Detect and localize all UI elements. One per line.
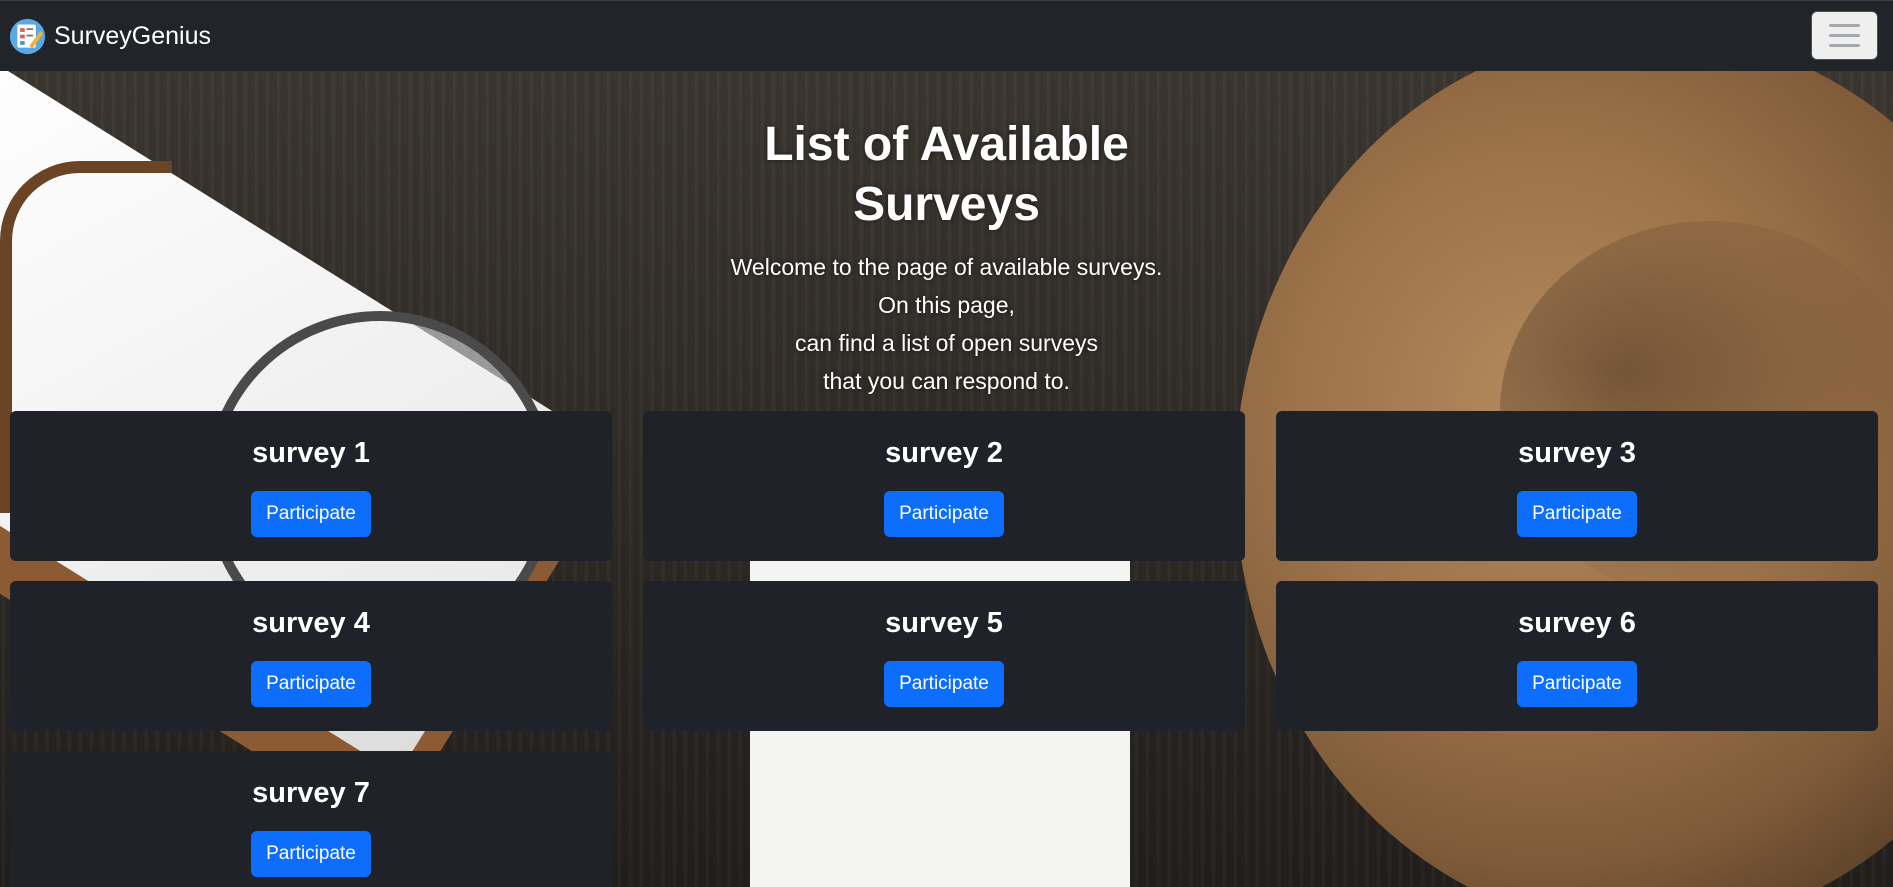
survey-card: survey 2 Participate bbox=[643, 411, 1245, 561]
survey-title: survey 6 bbox=[1518, 607, 1636, 639]
navbar-toggle-button[interactable] bbox=[1811, 11, 1878, 60]
survey-card: survey 7 Participate bbox=[10, 751, 612, 887]
intro-line: can find a list of open surveys bbox=[795, 330, 1098, 356]
intro-text: Welcome to the page of available surveys… bbox=[0, 248, 1893, 400]
survey-card: survey 1 Participate bbox=[10, 411, 612, 561]
survey-card: survey 3 Participate bbox=[1276, 411, 1878, 561]
survey-title: survey 2 bbox=[885, 437, 1003, 469]
survey-title: survey 7 bbox=[252, 777, 370, 809]
participate-button[interactable]: Participate bbox=[884, 491, 1004, 537]
participate-button[interactable]: Participate bbox=[884, 661, 1004, 707]
brand-link[interactable]: SurveyGenius bbox=[9, 18, 211, 55]
survey-card: survey 6 Participate bbox=[1276, 581, 1878, 731]
survey-title: survey 3 bbox=[1518, 437, 1636, 469]
survey-grid: survey 1 Participate survey 2 Participat… bbox=[10, 411, 1878, 887]
intro-line: that you can respond to. bbox=[823, 368, 1070, 394]
participate-button[interactable]: Participate bbox=[1517, 491, 1637, 537]
survey-title: survey 4 bbox=[252, 607, 370, 639]
survey-card: survey 4 Participate bbox=[10, 581, 612, 731]
intro-line: On this page, bbox=[878, 292, 1015, 318]
brand-name: SurveyGenius bbox=[54, 22, 212, 50]
page-title: List of Available Surveys bbox=[764, 118, 1129, 231]
survey-title: survey 5 bbox=[885, 607, 1003, 639]
survey-logo-icon bbox=[9, 18, 46, 55]
participate-button[interactable]: Participate bbox=[251, 831, 371, 877]
navbar: SurveyGenius bbox=[0, 0, 1893, 71]
participate-button[interactable]: Participate bbox=[1517, 661, 1637, 707]
intro-line: Welcome to the page of available surveys… bbox=[730, 254, 1163, 280]
survey-title: survey 1 bbox=[252, 437, 370, 469]
survey-card: survey 5 Participate bbox=[643, 581, 1245, 731]
participate-button[interactable]: Participate bbox=[251, 661, 371, 707]
hamburger-icon bbox=[1829, 24, 1860, 27]
page-header: List of Available Surveys Welcome to the… bbox=[0, 115, 1893, 400]
participate-button[interactable]: Participate bbox=[251, 491, 371, 537]
